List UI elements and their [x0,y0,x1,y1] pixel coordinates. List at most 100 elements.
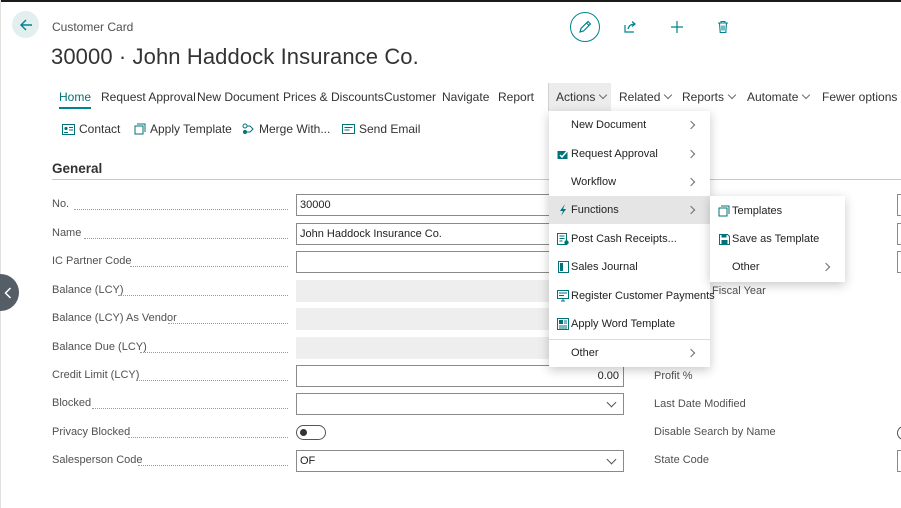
leader-dots [168,323,288,324]
new-button[interactable] [669,19,685,35]
tab-fewer-options[interactable]: Fewer options [822,90,897,104]
tab-new-document[interactable]: New Document [197,90,279,104]
field-label: Privacy Blocked [52,426,131,438]
tab-related[interactable]: Related [619,90,673,104]
share-button[interactable] [622,19,638,35]
leader-dots [130,266,288,267]
top-border [0,0,901,2]
last-date-modified-label: Last Date Modified [654,398,746,410]
tab-actions-label: Actions [556,90,596,104]
apply-template-button[interactable]: Apply Template [134,122,232,136]
menu-item-workflow[interactable]: Workflow [549,168,710,196]
delete-button[interactable] [715,19,731,35]
send-email-button[interactable]: Send Email [342,122,420,136]
field-blocked: Blocked [52,393,624,415]
field-label: No. [52,198,70,210]
merge-with-label: Merge With... [259,122,331,136]
state-code-field-edge[interactable] [897,450,901,472]
tabs-separator [548,83,549,111]
tab-reports[interactable]: Reports [682,90,737,104]
salesperson-code-value: OF [300,455,316,467]
chevron-right-icon [821,262,831,272]
menu-item-label: Other [571,347,599,359]
right-field-edge[interactable] [897,194,901,216]
tab-home[interactable]: Home [59,90,92,109]
page-caption: Customer Card [52,20,134,34]
tab-customer[interactable]: Customer [384,90,436,104]
right-field-edge[interactable] [897,223,901,245]
leader-dots [138,465,288,466]
template-icon [718,205,730,217]
chevron-right-icon [686,177,696,187]
field-salesperson-code: Salesperson Code OF [52,450,624,472]
submenu-item-templates[interactable]: Templates [710,197,845,225]
tab-request-approval[interactable]: Request Approval [101,90,196,104]
lightning-icon [557,204,569,216]
send-email-label: Send Email [359,122,421,136]
field-balance: Balance (LCY) [52,280,624,302]
arrow-left-icon [19,19,32,30]
profit-label: Profit % [654,370,693,382]
field-balance-due: Balance Due (LCY) [52,337,624,359]
menu-item-functions[interactable]: Functions [549,196,710,224]
back-button[interactable] [12,11,39,38]
chevron-down-icon [727,90,737,100]
salesperson-code-select[interactable]: OF [296,450,624,472]
tab-actions[interactable]: Actions [556,90,608,104]
save-icon [718,233,730,245]
submenu-item-save-as-template[interactable]: Save as Template [710,225,845,253]
leader-dots [140,352,288,353]
submenu-item-label: Templates [732,205,783,217]
contact-label: Contact [79,122,121,136]
email-icon [342,124,355,134]
tab-navigate[interactable]: Navigate [442,90,489,104]
submenu-item-other[interactable]: Other [710,253,845,281]
pencil-icon [579,20,592,33]
fiscal-year-label: Fiscal Year [712,285,766,297]
tab-reports-label: Reports [682,90,725,104]
field-label: Balance (LCY) As Vendor [52,312,177,324]
merge-with-button[interactable]: Merge With... [242,122,330,136]
merge-icon [242,123,254,134]
tab-automate-label: Automate [747,90,799,104]
apply-template-label: Apply Template [150,122,232,136]
disable-search-toggle[interactable] [897,426,901,440]
trash-icon [718,20,728,34]
field-label: Name [52,227,82,239]
share-icon [624,21,636,33]
tab-related-label: Related [619,90,661,104]
page-actions [570,12,745,42]
field-label: Credit Limit (LCY) [52,369,140,381]
leader-dots [84,238,288,239]
menu-item-sales-journal[interactable]: Sales Journal [549,253,710,281]
chevron-left-icon [3,286,11,299]
tab-report[interactable]: Report [498,90,534,104]
template-icon [134,123,146,135]
menu-item-apply-word-template[interactable]: Apply Word Template [549,310,710,338]
left-border [0,0,1,508]
menu-item-post-cash-receipts[interactable]: Post Cash Receipts... [549,225,710,253]
section-title[interactable]: General [52,161,102,176]
chevron-down-icon [664,90,673,100]
menu-item-label: Apply Word Template [571,318,676,330]
right-field-edge[interactable] [897,251,901,273]
menu-item-other[interactable]: Other [549,339,710,367]
field-label: Blocked [52,397,92,409]
menu-item-new-document[interactable]: New Document [549,111,710,139]
privacy-blocked-toggle[interactable] [296,425,326,440]
credit-limit-input[interactable]: 0.00 [296,365,624,387]
menu-item-request-approval[interactable]: Request Approval [549,140,710,168]
edit-button[interactable] [570,12,600,42]
menu-item-label: New Document [571,119,647,131]
cash-receipt-icon [557,233,569,245]
chevron-down-icon [802,90,811,100]
collapse-panel-handle[interactable] [0,274,19,311]
blocked-select[interactable] [296,393,624,415]
tab-prices-discounts[interactable]: Prices & Discounts [283,90,384,104]
submenu-item-label: Save as Template [732,233,820,245]
field-credit-limit: Credit Limit (LCY) 0.00 [52,365,624,387]
plus-icon [671,21,683,33]
contact-button[interactable]: Contact [62,122,120,136]
tab-automate[interactable]: Automate [747,90,811,104]
menu-item-register-customer-payments[interactable]: Register Customer Payments [549,282,715,310]
